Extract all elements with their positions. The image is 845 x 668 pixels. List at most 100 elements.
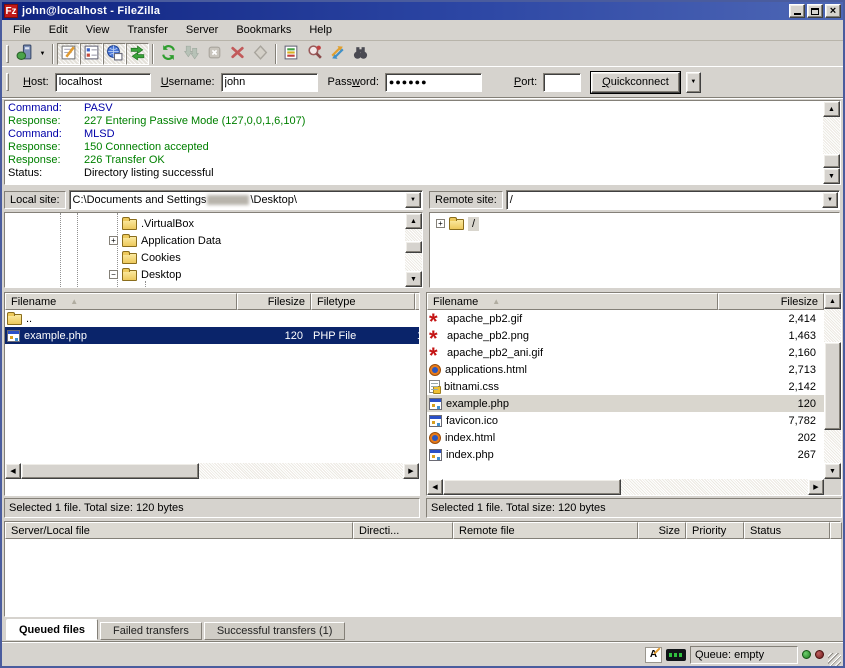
quickconnect-button[interactable]: Quickconnect xyxy=(591,72,680,93)
toggle-remote-tree-button[interactable] xyxy=(103,43,126,65)
reconnect-button[interactable] xyxy=(249,43,272,65)
log-scrollbar[interactable]: ▲ ▼ xyxy=(823,101,840,184)
quickconnect-dropdown-button[interactable]: ▼ xyxy=(686,72,701,93)
scroll-up-icon[interactable]: ▲ xyxy=(405,213,422,229)
minimize-button[interactable] xyxy=(789,4,805,18)
scroll-down-icon[interactable]: ▼ xyxy=(823,168,840,184)
local-tree-scrollbar[interactable]: ▲ ▼ xyxy=(405,213,422,287)
directory-filter-button[interactable] xyxy=(280,43,303,65)
menu-view[interactable]: View xyxy=(77,21,119,39)
tree-item-cookies[interactable]: Cookies xyxy=(109,249,181,266)
table-row[interactable]: apache_pb2_ani.gif2,160 xyxy=(427,344,824,361)
remote-vscrollbar-thumb[interactable] xyxy=(824,342,841,430)
refresh-button[interactable] xyxy=(157,43,180,65)
site-manager-button[interactable] xyxy=(13,43,36,65)
column-header-priority[interactable]: Priority xyxy=(686,522,744,539)
file-search-button[interactable] xyxy=(303,43,326,65)
local-file-list[interactable]: Filename▲ Filesize Filetype L .. example… xyxy=(5,293,419,479)
scroll-up-icon[interactable]: ▲ xyxy=(823,101,840,117)
column-header-remote-file[interactable]: Remote file xyxy=(453,522,638,539)
local-directory-tree[interactable]: .VirtualBox + Application Data Cookies − xyxy=(5,213,405,287)
column-header-filename[interactable]: Filename▲ xyxy=(5,293,237,310)
quickconnect-grip[interactable] xyxy=(6,73,9,91)
speed-limit-icon[interactable] xyxy=(666,649,686,661)
scroll-right-icon[interactable]: ▶ xyxy=(808,479,824,495)
menu-edit[interactable]: Edit xyxy=(40,21,77,39)
remote-hscrollbar-thumb[interactable] xyxy=(443,479,621,495)
process-queue-button[interactable] xyxy=(180,43,203,65)
log-scrollbar-thumb[interactable] xyxy=(823,154,840,168)
tree-item-root[interactable]: + / xyxy=(436,215,479,232)
scroll-right-icon[interactable]: ▶ xyxy=(403,463,419,479)
menu-server[interactable]: Server xyxy=(177,21,227,39)
password-input[interactable] xyxy=(385,73,482,92)
table-row-example-php[interactable]: example.php 120 PHP File 1 xyxy=(5,327,419,344)
cancel-button[interactable] xyxy=(203,43,226,65)
remote-directory-tree[interactable]: + / xyxy=(430,213,839,287)
menu-bookmarks[interactable]: Bookmarks xyxy=(227,21,300,39)
menu-transfer[interactable]: Transfer xyxy=(118,21,177,39)
title-bar[interactable]: Fz john@localhost - FileZilla × xyxy=(2,2,843,20)
column-header-size[interactable]: Size xyxy=(638,522,686,539)
resize-grip[interactable] xyxy=(828,653,841,666)
table-row[interactable]: bitnami.css2,142 xyxy=(427,378,824,395)
remote-vertical-scrollbar[interactable]: ▲ ▼ xyxy=(824,293,841,479)
toggle-transfer-queue-button[interactable] xyxy=(126,43,149,65)
tab-successful-transfers[interactable]: Successful transfers (1) xyxy=(204,622,346,640)
table-row[interactable]: apache_pb2.gif2,414 xyxy=(427,310,824,327)
toolbar-grip[interactable] xyxy=(6,45,9,63)
expand-icon[interactable]: + xyxy=(109,236,118,245)
scroll-down-icon[interactable]: ▼ xyxy=(405,271,422,287)
site-manager-dropdown-button[interactable]: ▼ xyxy=(36,43,49,65)
local-horizontal-scrollbar[interactable]: ◀ ▶ xyxy=(5,463,419,479)
tree-item-virtualbox[interactable]: .VirtualBox xyxy=(109,215,194,232)
column-header-status[interactable]: Status xyxy=(744,522,830,539)
column-header-filetype[interactable]: Filetype xyxy=(311,293,415,310)
synchronized-browsing-button[interactable] xyxy=(349,43,372,65)
scroll-left-icon[interactable]: ◀ xyxy=(427,479,443,495)
column-header-filesize[interactable]: Filesize xyxy=(237,293,311,310)
vertical-splitter[interactable] xyxy=(421,292,424,518)
tab-queued-files[interactable]: Queued files xyxy=(6,619,98,640)
table-row-selected[interactable]: example.php120 xyxy=(427,395,824,412)
remote-site-dropdown-button[interactable]: ▼ xyxy=(822,192,838,208)
table-row[interactable]: index.php267 xyxy=(427,446,824,463)
column-header-direction[interactable]: Directi... xyxy=(353,522,453,539)
column-header-filename[interactable]: Filename▲ xyxy=(427,293,718,310)
disconnect-button[interactable] xyxy=(226,43,249,65)
toggle-local-tree-button[interactable] xyxy=(80,43,103,65)
remote-site-combobox[interactable]: / ▼ xyxy=(506,190,840,210)
column-header-filesize[interactable]: Filesize xyxy=(718,293,824,310)
username-input[interactable] xyxy=(221,73,318,92)
collapse-icon[interactable]: − xyxy=(109,270,118,279)
message-log-lines[interactable]: Command:PASV Response:227 Entering Passi… xyxy=(5,101,823,184)
table-row[interactable]: index.html202 xyxy=(427,429,824,446)
menu-help[interactable]: Help xyxy=(300,21,341,39)
local-site-combobox[interactable]: C:\Documents and Settings\Desktop\ ▼ xyxy=(69,190,423,210)
queue-list[interactable] xyxy=(5,539,840,616)
menu-file[interactable]: File xyxy=(4,21,40,39)
port-input[interactable] xyxy=(543,73,581,92)
tab-failed-transfers[interactable]: Failed transfers xyxy=(100,622,202,640)
column-header-last-modified[interactable]: L xyxy=(415,293,419,310)
scroll-down-icon[interactable]: ▼ xyxy=(824,463,841,479)
transfer-type-icon[interactable]: A xyxy=(645,647,662,663)
table-row[interactable]: applications.html2,713 xyxy=(427,361,824,378)
table-row[interactable]: apache_pb2.png1,463 xyxy=(427,327,824,344)
column-header-server-local-file[interactable]: Server/Local file xyxy=(5,522,353,539)
local-tree-scrollbar-thumb[interactable] xyxy=(405,241,422,253)
scroll-left-icon[interactable]: ◀ xyxy=(5,463,21,479)
tree-item-application-data[interactable]: + Application Data xyxy=(109,232,221,249)
expand-icon[interactable]: + xyxy=(436,219,445,228)
local-hscrollbar-thumb[interactable] xyxy=(21,463,199,479)
toggle-message-log-button[interactable] xyxy=(57,43,80,65)
remote-horizontal-scrollbar[interactable]: ◀ ▶ xyxy=(427,479,824,495)
remote-file-list[interactable]: Filename▲ Filesize apache_pb2.gif2,414 a… xyxy=(427,293,824,479)
scroll-up-icon[interactable]: ▲ xyxy=(824,293,841,309)
host-input[interactable] xyxy=(55,73,151,92)
table-row-parent-dir[interactable]: .. xyxy=(5,310,419,327)
compare-directories-button[interactable] xyxy=(326,43,349,65)
close-button[interactable]: × xyxy=(825,4,841,18)
table-row[interactable]: favicon.ico7,782 xyxy=(427,412,824,429)
local-site-dropdown-button[interactable]: ▼ xyxy=(405,192,421,208)
